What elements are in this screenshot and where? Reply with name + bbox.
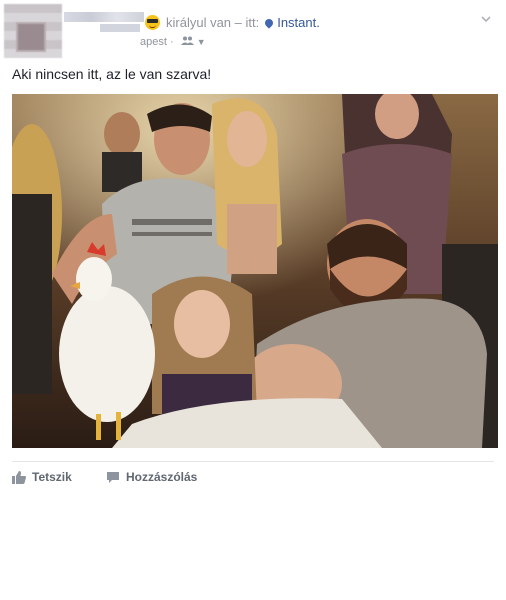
comment-button[interactable]: Hozzászólás xyxy=(106,470,197,484)
audience-caret-icon[interactable]: ▼ xyxy=(197,37,206,47)
author-name-blurred[interactable] xyxy=(64,12,144,22)
post-text: Aki nincsen itt, az le van szarva! xyxy=(12,66,212,82)
comment-label: Hozzászólás xyxy=(126,470,198,484)
post-photo[interactable] xyxy=(12,94,498,448)
sunglasses-emoji-icon xyxy=(145,15,160,30)
location-pin-icon xyxy=(263,17,275,29)
author-avatar[interactable] xyxy=(4,4,62,58)
friends-icon[interactable] xyxy=(180,36,194,48)
chevron-down-icon[interactable] xyxy=(480,13,494,27)
post-photo-illustration xyxy=(12,94,498,448)
like-button[interactable]: Tetszik xyxy=(12,470,72,484)
actions-divider xyxy=(12,461,494,462)
post-header-line: királyul van – itt: Instant. xyxy=(145,15,320,30)
post-card: királyul van – itt: Instant. apest · ▼ Ak… xyxy=(0,0,506,600)
location-link[interactable]: Instant. xyxy=(277,15,320,30)
comment-icon xyxy=(107,471,119,483)
author-location-blurred xyxy=(100,24,140,32)
thumbs-up-icon xyxy=(12,470,26,484)
like-label: Tetszik xyxy=(32,470,72,484)
post-meta: apest · ▼ xyxy=(140,36,206,48)
post-time[interactable]: apest · xyxy=(140,36,174,48)
feeling-text: királyul van – itt: xyxy=(166,15,260,30)
